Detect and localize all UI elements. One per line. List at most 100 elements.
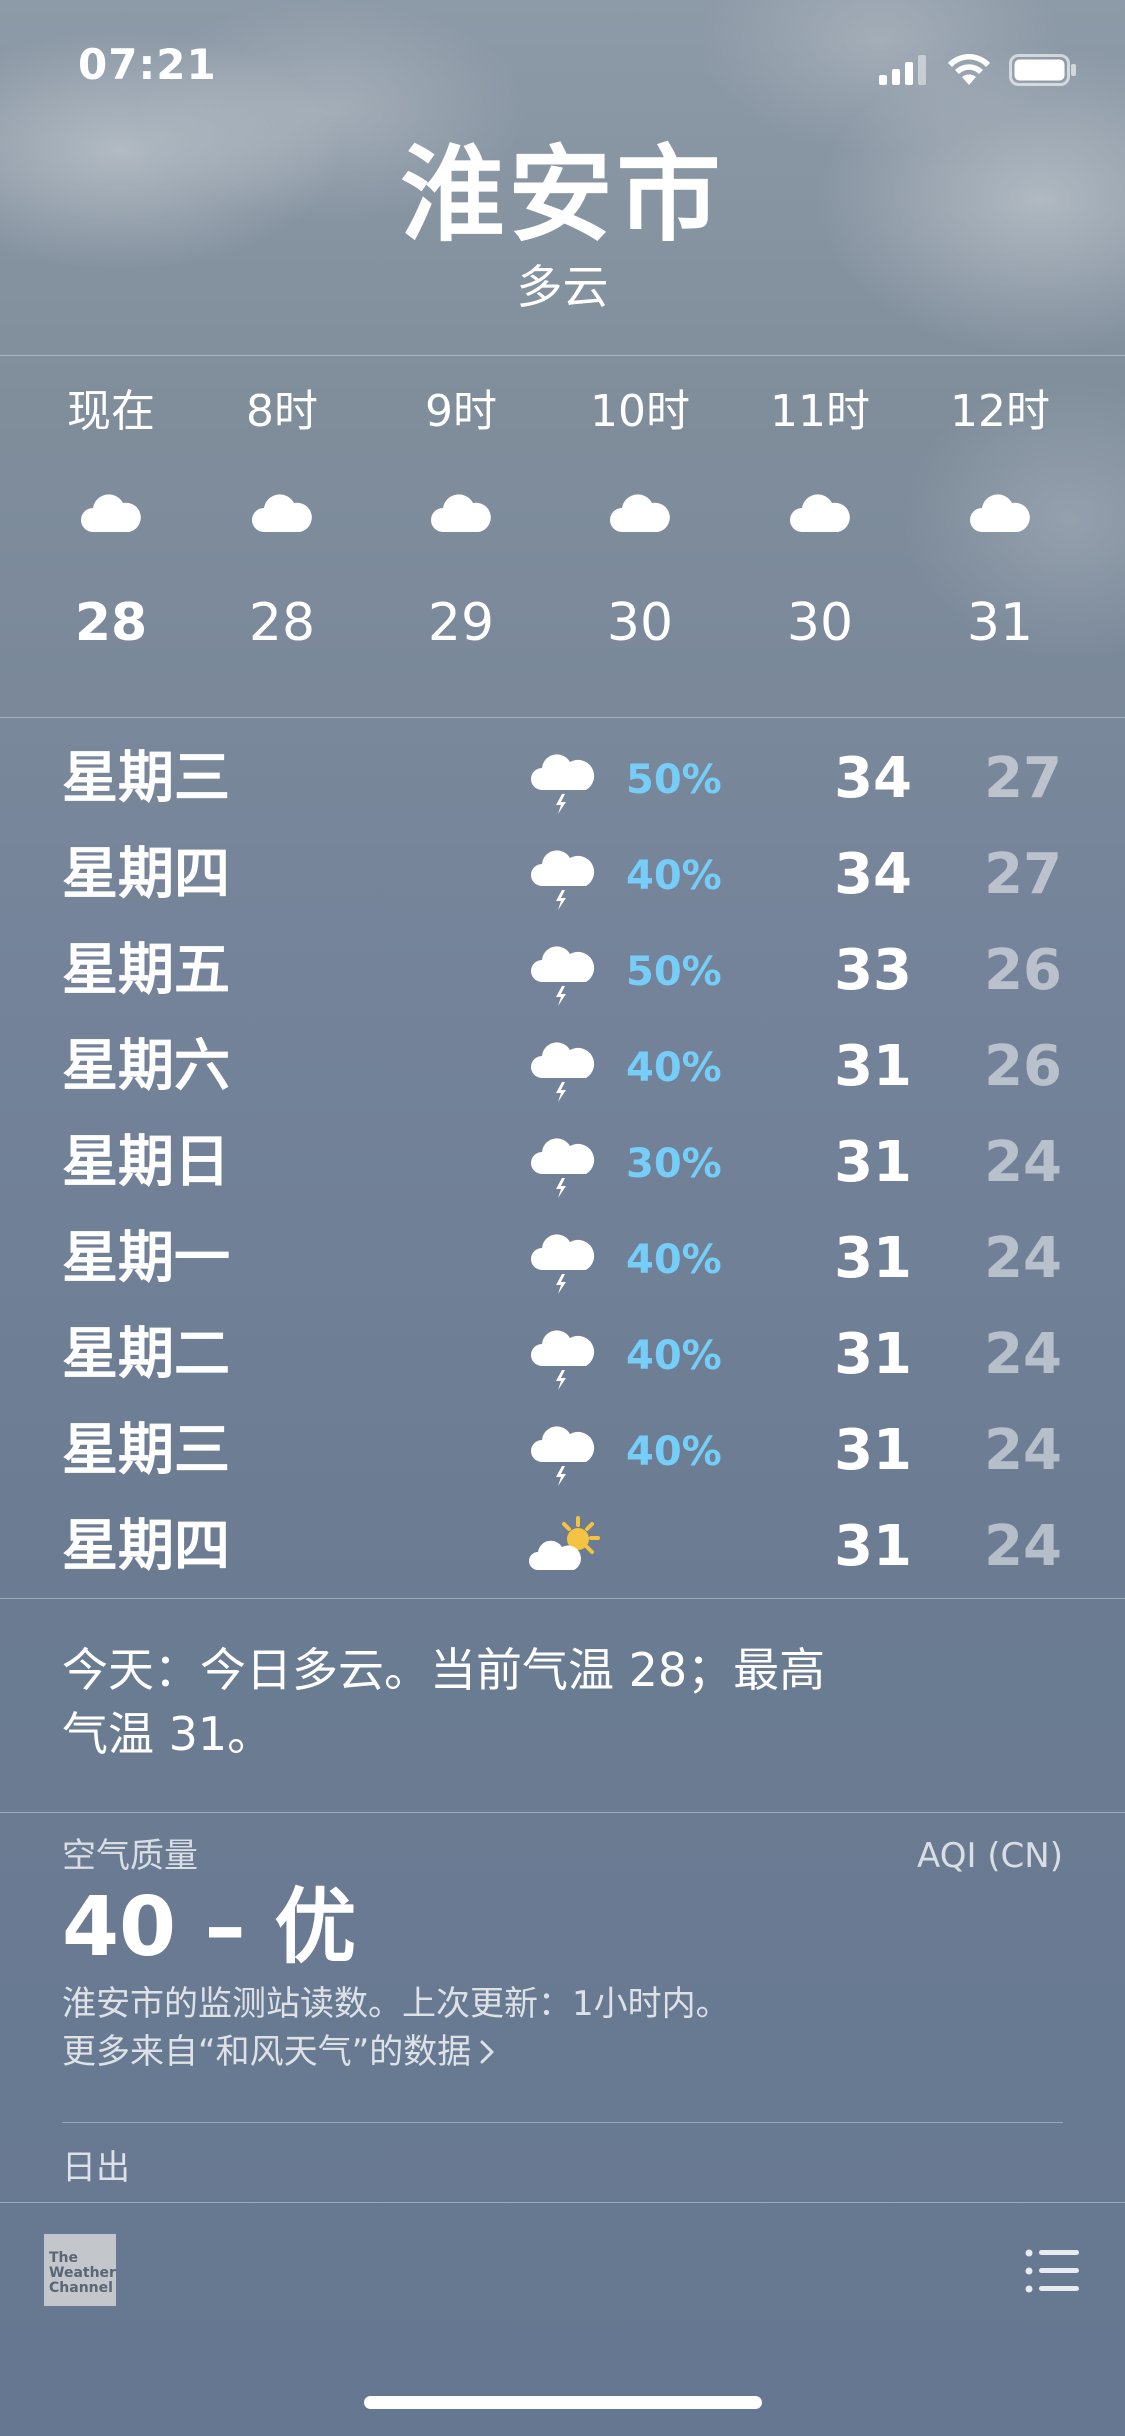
- battery-icon: [1009, 54, 1076, 86]
- thunderstorm-icon: [531, 850, 595, 910]
- high-temp: 31: [834, 1034, 912, 1099]
- precip-chance: 40%: [626, 1237, 722, 1283]
- high-temp: 33: [834, 938, 912, 1003]
- daily-forecast: 星期三 50% 34 27 星期四 40% 34 27 星期五 50% 33 2…: [0, 730, 1125, 1594]
- aqi-standard: AQI (CN): [917, 1836, 1063, 1876]
- precip-chance: 50%: [626, 757, 722, 803]
- day-name: 星期六: [62, 1034, 230, 1099]
- current-condition: 多云: [516, 260, 609, 314]
- status-time: 07:21: [78, 40, 217, 89]
- list-icon[interactable]: [1025, 2248, 1079, 2294]
- high-temp: 31: [834, 1322, 912, 1387]
- source-link-text: 更多来自“和风天气”的数据: [62, 2032, 472, 2072]
- low-temp: 26: [984, 1034, 1062, 1099]
- hour-item: 现在 28: [36, 356, 186, 658]
- day-name: 星期日: [62, 1130, 230, 1195]
- day-name: 星期三: [62, 746, 230, 811]
- logo-text: Channel: [49, 2280, 113, 2296]
- hour-label: 12时: [950, 386, 1050, 437]
- cloud-icon: [81, 494, 141, 532]
- cellular-signal-icon: [879, 55, 926, 85]
- precip-chance: 40%: [626, 1333, 722, 1379]
- status-bar: 07:21: [0, 0, 1125, 135]
- logo-text: The: [49, 2250, 79, 2266]
- high-temp: 34: [834, 746, 912, 811]
- divider: [0, 1812, 1125, 1813]
- hour-label: 11时: [770, 386, 870, 437]
- day-name: 星期三: [62, 1418, 230, 1483]
- high-temp: 31: [834, 1514, 912, 1579]
- day-name: 星期四: [62, 842, 230, 907]
- today-summary: 今天：今日多云。当前气温 28；最高 气温 31。: [62, 1638, 962, 1766]
- home-indicator[interactable]: [364, 2396, 762, 2409]
- thunderstorm-icon: [531, 1042, 595, 1102]
- low-temp: 27: [984, 842, 1062, 907]
- thunderstorm-icon: [531, 1426, 595, 1486]
- hour-label: 10时: [590, 386, 690, 437]
- hourly-forecast[interactable]: 现在 28 8时 28 9时 29 10时 30 11时 30 12时 31: [0, 356, 1125, 716]
- low-temp: 24: [984, 1226, 1062, 1291]
- day-row: 星期四 40% 34 27: [0, 826, 1125, 922]
- partly-sunny-icon: [529, 1516, 600, 1570]
- hour-item: 10时 30: [565, 356, 715, 658]
- day-name: 星期五: [62, 938, 230, 1003]
- low-temp: 27: [984, 746, 1062, 811]
- low-temp: 24: [984, 1322, 1062, 1387]
- hour-item: 8时 28: [207, 356, 357, 658]
- high-temp: 31: [834, 1130, 912, 1195]
- cloud-icon: [970, 494, 1030, 532]
- hour-temp: 28: [74, 593, 148, 653]
- cloud-icon: [252, 494, 312, 532]
- divider: [0, 1598, 1125, 1599]
- hour-label: 现在: [67, 386, 155, 437]
- sunrise-label: 日出: [62, 2148, 130, 2188]
- summary-line: 气温 31。: [62, 1707, 274, 1761]
- day-name: 星期一: [62, 1226, 230, 1291]
- precip-chance: 40%: [626, 1429, 722, 1475]
- thunderstorm-icon: [531, 946, 595, 1006]
- thunderstorm-icon: [531, 1234, 595, 1294]
- hour-temp: 30: [786, 593, 854, 653]
- day-row: 星期四 31 24: [0, 1498, 1125, 1594]
- location-header: 淮安市 多云: [0, 135, 1125, 317]
- hour-item: 9时 29: [386, 356, 536, 658]
- hour-label: 8时: [246, 386, 318, 437]
- chevron-right-icon: [480, 2040, 494, 2064]
- high-temp: 31: [834, 1226, 912, 1291]
- day-row: 星期日 30% 31 24: [0, 1114, 1125, 1210]
- day-row: 星期三 50% 34 27: [0, 730, 1125, 826]
- hour-temp: 31: [966, 593, 1034, 653]
- thunderstorm-icon: [531, 754, 595, 814]
- precip-chance: 40%: [626, 1045, 722, 1091]
- hour-item: 12时 31: [925, 356, 1075, 658]
- low-temp: 26: [984, 938, 1062, 1003]
- day-row: 星期三 40% 31 24: [0, 1402, 1125, 1498]
- thunderstorm-icon: [531, 1330, 595, 1390]
- day-row: 星期五 50% 33 26: [0, 922, 1125, 1018]
- low-temp: 24: [984, 1418, 1062, 1483]
- thunderstorm-icon: [531, 1138, 595, 1198]
- precip-chance: 30%: [626, 1141, 722, 1187]
- divider: [0, 717, 1125, 718]
- hour-item: 11时 30: [745, 356, 895, 658]
- divider: [0, 2202, 1125, 2203]
- cloud-icon: [790, 494, 850, 532]
- summary-line: 今天：今日多云。当前气温 28；最高: [62, 1643, 826, 1697]
- air-quality-source-link[interactable]: 更多来自“和风天气”的数据: [62, 2028, 495, 2076]
- air-quality-value: 40 – 优: [62, 1880, 357, 1975]
- hour-label: 9时: [425, 386, 497, 437]
- precip-chance: 50%: [626, 949, 722, 995]
- day-row: 星期六 40% 31 26: [0, 1018, 1125, 1114]
- hour-temp: 29: [427, 593, 495, 653]
- low-temp: 24: [984, 1514, 1062, 1579]
- wifi-icon: [948, 54, 990, 85]
- day-row: 星期一 40% 31 24: [0, 1210, 1125, 1306]
- cloud-icon: [431, 494, 491, 532]
- weather-channel-logo[interactable]: The Weather Channel: [44, 2234, 116, 2306]
- hour-temp: 30: [606, 593, 674, 653]
- city-name: 淮安市: [400, 134, 725, 256]
- high-temp: 31: [834, 1418, 912, 1483]
- high-temp: 34: [834, 842, 912, 907]
- day-name: 星期四: [62, 1514, 230, 1579]
- logo-text: Weather: [49, 2265, 116, 2281]
